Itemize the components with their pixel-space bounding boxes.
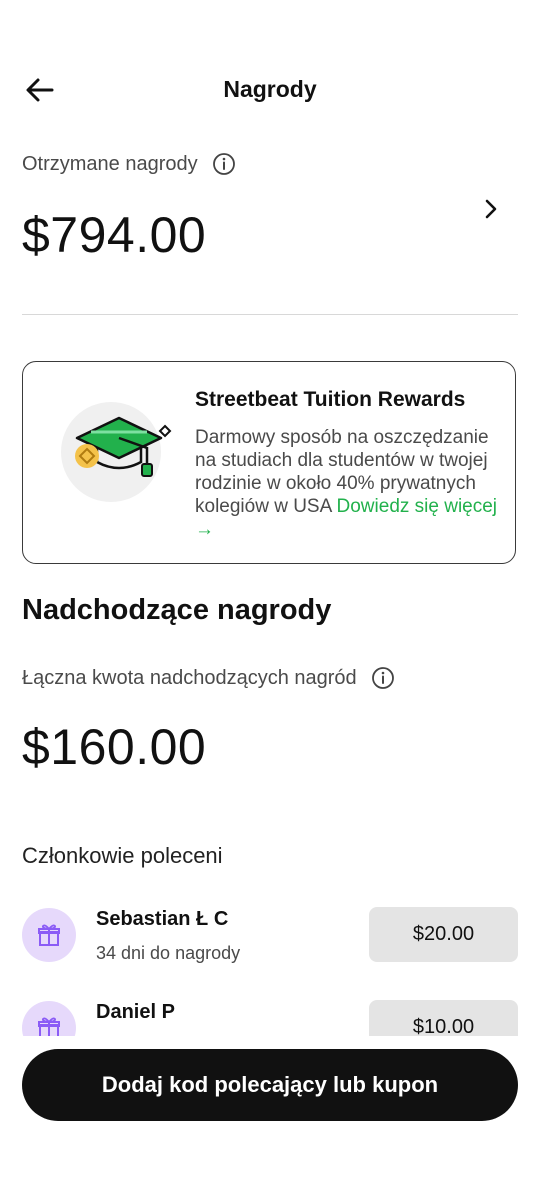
received-rewards-label: Otrzymane nagrody — [22, 152, 198, 175]
reward-amount-badge[interactable]: $20.00 — [369, 907, 518, 962]
member-name: Daniel P — [96, 1001, 175, 1023]
upcoming-rewards-heading: Nadchodzące nagrody — [22, 594, 332, 626]
upcoming-total-label-row: Łączna kwota nadchodzących nagród — [22, 666, 395, 690]
gift-icon — [38, 924, 60, 946]
info-icon[interactable] — [212, 152, 236, 176]
page-title: Nagrody — [223, 76, 317, 102]
received-rewards-amount: $794.00 — [22, 207, 207, 263]
add-referral-code-button[interactable]: Dodaj kod polecający lub kupon — [22, 1049, 518, 1121]
member-name: Sebastian Ł C — [96, 908, 229, 930]
upcoming-total-amount: $160.00 — [22, 719, 207, 775]
promo-title: Streetbeat Tuition Rewards — [195, 388, 466, 411]
avatar — [22, 908, 76, 962]
top-bar: Nagrody — [0, 60, 540, 120]
referred-members-heading: Członkowie poleceni — [22, 843, 223, 868]
divider — [22, 314, 518, 315]
info-icon[interactable] — [371, 666, 395, 690]
upcoming-total-label: Łączna kwota nadchodzących nagród — [22, 666, 357, 689]
received-rewards-label-row: Otrzymane nagrody — [22, 152, 236, 176]
chevron-right-icon[interactable] — [478, 196, 504, 222]
tuition-rewards-card[interactable]: Streetbeat Tuition Rewards Darmowy sposó… — [22, 361, 516, 564]
promo-description: Darmowy sposób na oszczędzanie na studia… — [195, 426, 505, 541]
list-item[interactable]: Sebastian Ł C 34 dni do nagrody $20.00 — [22, 907, 518, 968]
graduation-cap-icon — [61, 402, 172, 502]
member-days-remaining: 34 dni do nagrody — [96, 943, 241, 963]
